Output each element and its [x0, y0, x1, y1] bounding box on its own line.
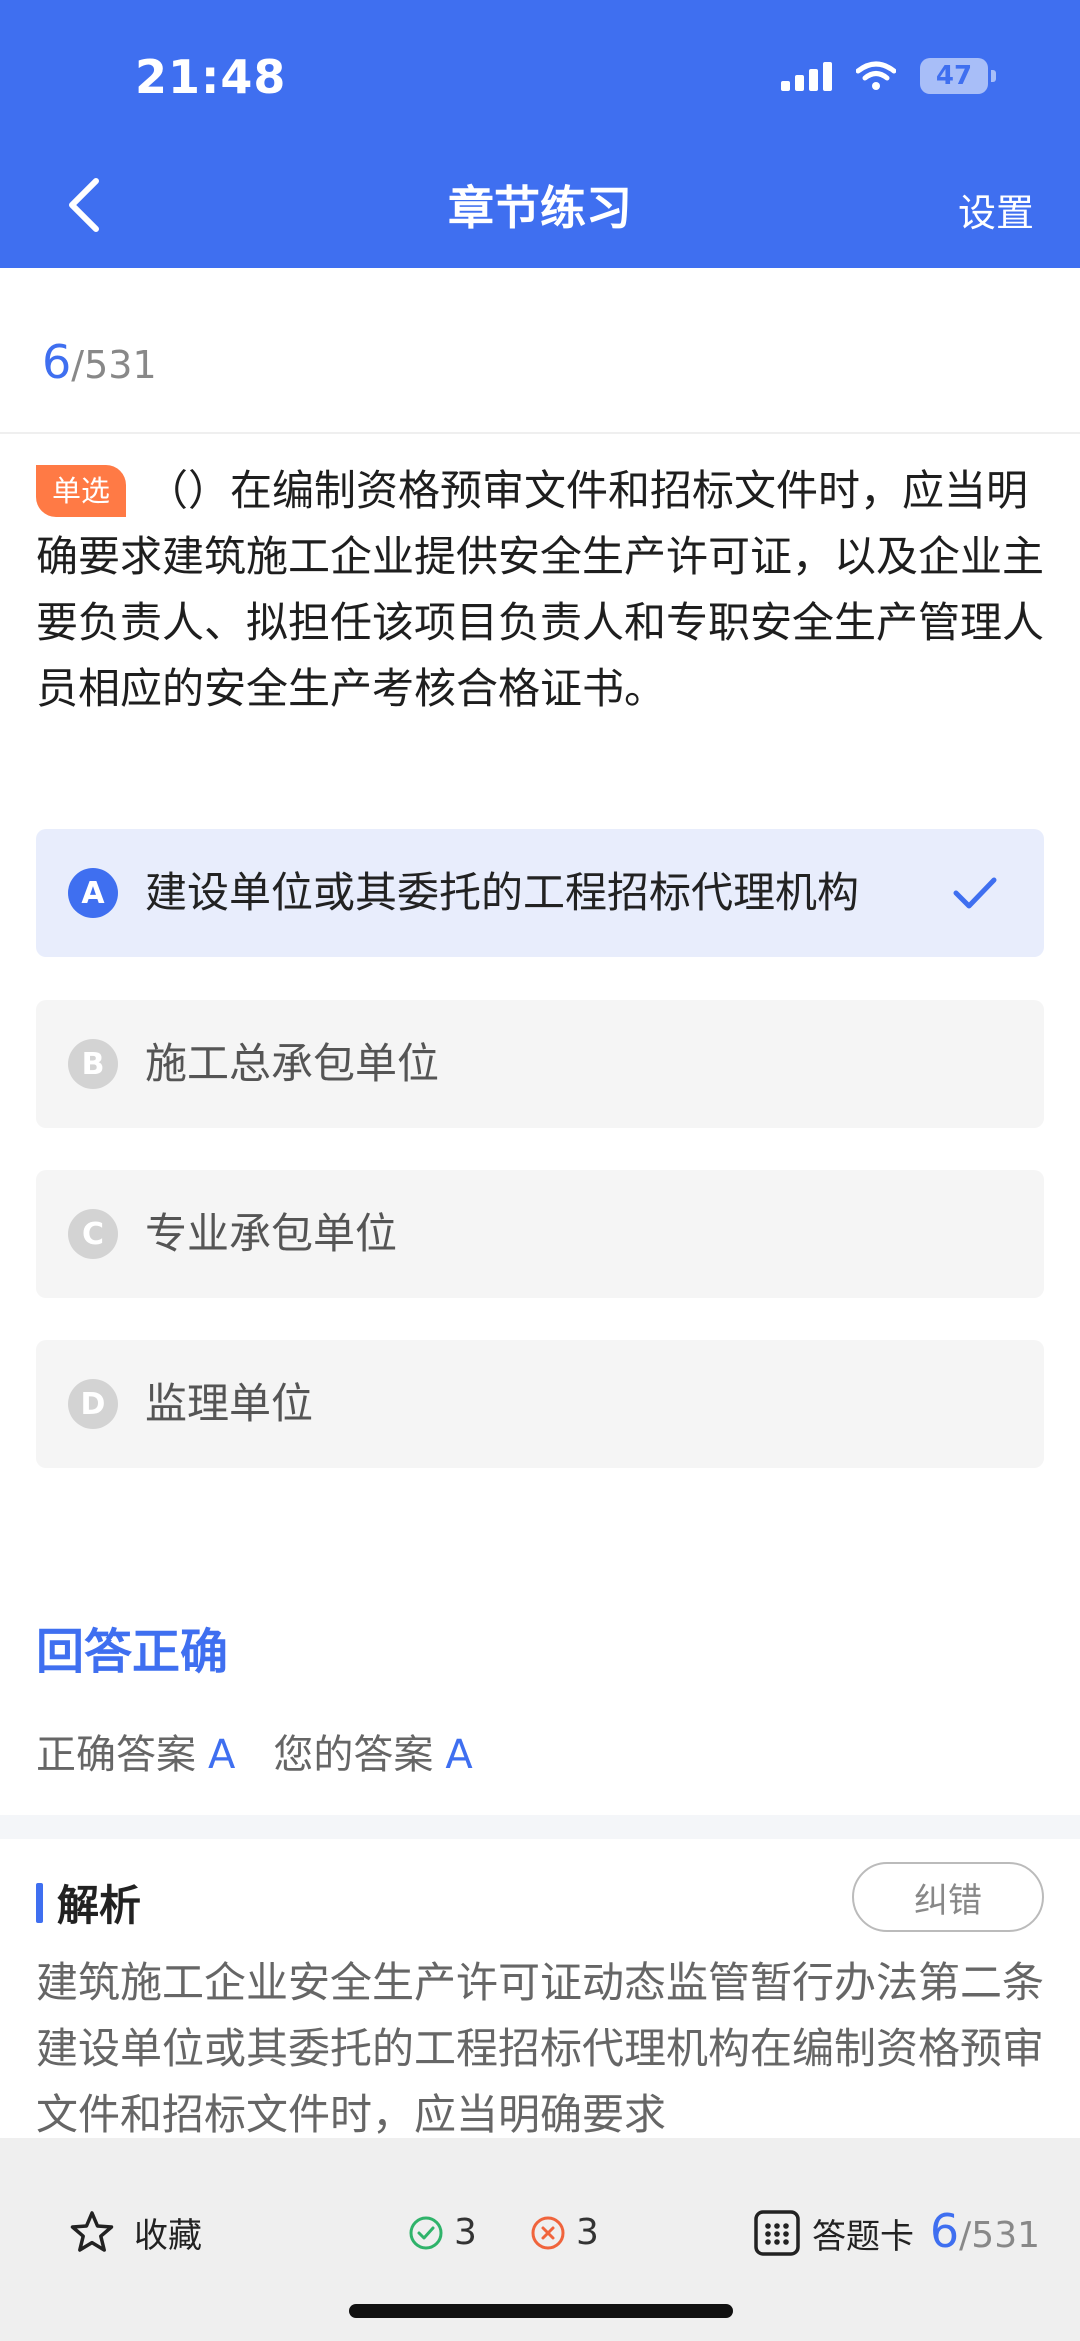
option-a[interactable]: A 建设单位或其委托的工程招标代理机构	[36, 829, 1044, 957]
bottom-progress-current: 6	[929, 2204, 960, 2258]
progress-total: /531	[71, 343, 157, 387]
favorite-label: 收藏	[134, 2216, 202, 2256]
section-separator	[0, 1815, 1080, 1839]
analysis-text: 建筑施工企业安全生产许可证动态监管暂行办法第二条建设单位或其委托的工程招标代理机…	[36, 1958, 1045, 2139]
home-indicator	[349, 2304, 733, 2318]
divider	[0, 432, 1080, 434]
grid-icon	[754, 2210, 800, 2256]
answer-card-button[interactable]: 答题卡	[752, 2208, 914, 2258]
option-letter: B	[68, 1039, 118, 1089]
correct-count-value: 3	[454, 2212, 477, 2253]
question-type-badge: 单选	[36, 465, 127, 517]
correct-answer-value: A	[208, 1732, 236, 1778]
check-circle-icon	[409, 2216, 443, 2249]
option-c[interactable]: C 专业承包单位	[36, 1170, 1044, 1298]
report-error-button[interactable]: 纠错	[852, 1862, 1044, 1932]
option-letter: C	[68, 1209, 118, 1259]
answer-summary: 正确答案 A 您的答案 A	[36, 1722, 473, 1780]
question-progress: 6/531	[42, 335, 157, 389]
status-icons: 47	[781, 58, 996, 94]
analysis-title: 解析	[57, 1881, 142, 1930]
option-text: 施工总承包单位	[145, 1039, 440, 1088]
signal-icon	[781, 61, 832, 91]
your-answer-value: A	[445, 1732, 473, 1778]
correct-answer-label: 正确答案	[36, 1732, 196, 1778]
x-circle-icon	[531, 2216, 565, 2249]
option-letter: D	[68, 1379, 118, 1429]
option-text: 监理单位	[145, 1379, 314, 1428]
top-bar: 21:48 47 章节练习 设置	[0, 0, 1080, 268]
bottom-progress-total: /531	[959, 2215, 1040, 2256]
your-answer-label: 您的答案	[273, 1732, 434, 1778]
favorite-button[interactable]: 收藏	[68, 2208, 202, 2257]
question-text-block: 单选 （）在编制资格预审文件和招标文件时，应当明确要求建筑施工企业提供安全生产许可…	[36, 458, 1046, 722]
wrong-count: 3	[530, 2212, 599, 2253]
option-d[interactable]: D 监理单位	[36, 1340, 1044, 1468]
analysis-header: 解析	[36, 1872, 141, 1933]
result-title: 回答正确	[36, 1624, 229, 1680]
page-title: 章节练习	[448, 181, 632, 235]
progress-current: 6	[42, 335, 72, 389]
option-b[interactable]: B 施工总承包单位	[36, 1000, 1044, 1128]
status-time: 21:48	[135, 50, 287, 104]
correct-count: 3	[408, 2212, 477, 2253]
option-letter: A	[68, 868, 118, 918]
wrong-count-value: 3	[576, 2212, 599, 2253]
battery-icon: 47	[920, 58, 996, 94]
settings-button[interactable]: 设置	[958, 182, 1034, 237]
answer-card-label: 答题卡	[812, 2216, 914, 2257]
wifi-icon	[856, 61, 896, 91]
check-icon	[953, 877, 997, 909]
option-text: 建设单位或其委托的工程招标代理机构	[145, 868, 860, 917]
bottom-progress: 6/531	[930, 2204, 1040, 2258]
question-text: （）在编制资格预审文件和招标文件时，应当明确要求建筑施工企业提供安全生产许可证，…	[36, 466, 1045, 713]
analysis-accent-bar	[36, 1882, 43, 1923]
option-text: 专业承包单位	[145, 1209, 398, 1258]
star-outline-icon	[70, 2210, 114, 2252]
